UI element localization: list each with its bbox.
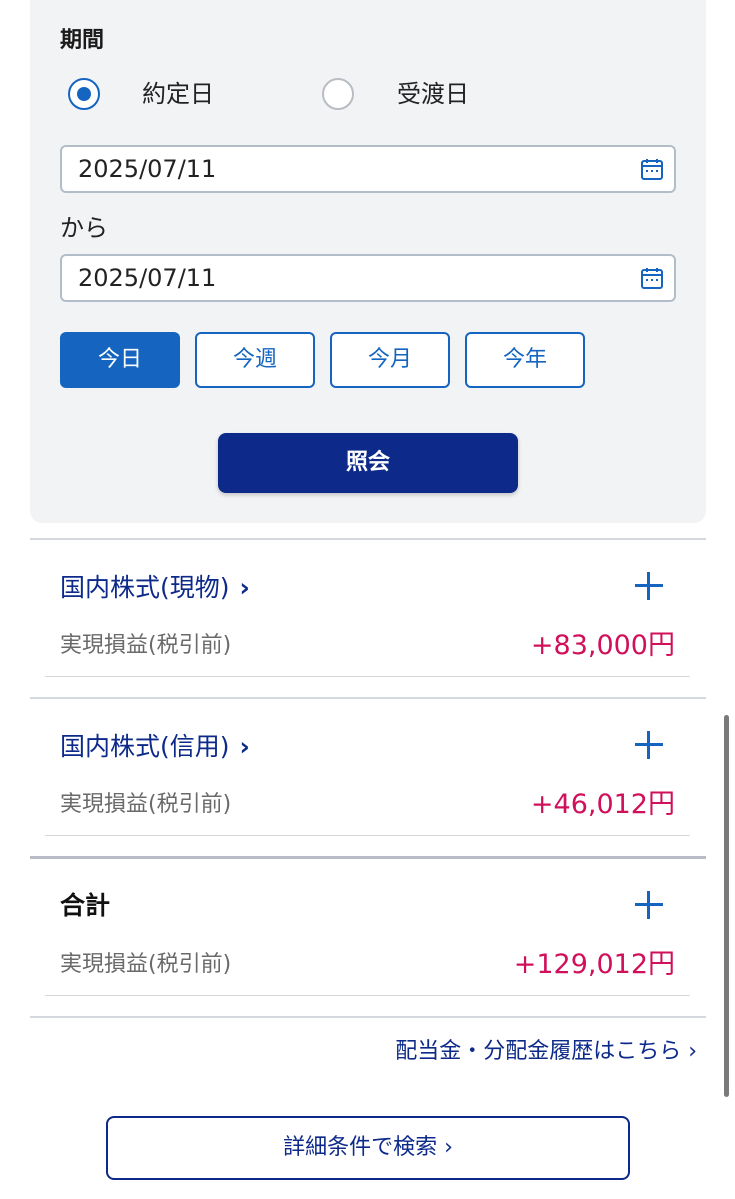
plus-icon[interactable]	[632, 569, 666, 603]
calendar-icon[interactable]	[640, 157, 664, 181]
from-suffix: から	[60, 214, 108, 242]
from-date-value: 2025/07/11	[78, 155, 217, 183]
to-date-value: 2025/07/11	[78, 264, 217, 292]
radio-trade-date[interactable]	[68, 78, 100, 110]
radio-trade-date-label[interactable]: 約定日	[142, 78, 214, 110]
divider	[45, 835, 690, 836]
this-month-button[interactable]: 今月	[330, 332, 450, 388]
section-title-text[interactable]: 国内株式(信用)	[60, 732, 230, 761]
realized-pl-label: 実現損益(税引前)	[60, 952, 232, 977]
divider	[30, 697, 706, 699]
chevron-right-icon: ›	[239, 732, 250, 761]
period-label: 期間	[60, 28, 105, 53]
realized-pl-label: 実現損益(税引前)	[60, 792, 232, 817]
query-button[interactable]: 照会	[218, 433, 518, 493]
scrollbar[interactable]	[724, 715, 729, 1097]
total-title: 合計	[60, 891, 111, 920]
realized-pl-value: +46,012円	[530, 789, 675, 820]
divider	[45, 995, 690, 996]
divider	[30, 856, 706, 859]
radio-settlement-date-label[interactable]: 受渡日	[397, 78, 469, 110]
chevron-right-icon: ›	[239, 573, 250, 602]
divider	[45, 676, 690, 677]
today-button[interactable]: 今日	[60, 332, 180, 388]
dividend-history-link[interactable]: 配当金・分配金履歴はこちら ›	[395, 1034, 697, 1070]
divider	[30, 538, 706, 540]
section-margin-stocks-title[interactable]: 国内株式(信用) ›	[60, 729, 250, 765]
section-spot-stocks-title[interactable]: 国内株式(現物) ›	[60, 570, 250, 606]
this-week-button[interactable]: 今週	[195, 332, 315, 388]
realized-pl-label: 実現損益(税引前)	[60, 633, 232, 658]
realized-pl-total-value: +129,012円	[513, 949, 675, 980]
to-date-field[interactable]: 2025/07/11	[60, 254, 676, 302]
detailed-search-button[interactable]: 詳細条件で検索 ›	[106, 1116, 630, 1180]
radio-settlement-date[interactable]	[322, 78, 354, 110]
divider	[30, 1016, 706, 1018]
from-date-field[interactable]: 2025/07/11	[60, 145, 676, 193]
calendar-icon[interactable]	[640, 266, 664, 290]
this-year-button[interactable]: 今年	[465, 332, 585, 388]
realized-pl-value: +83,000円	[530, 630, 675, 661]
plus-icon[interactable]	[632, 728, 666, 762]
plus-icon[interactable]	[632, 888, 666, 922]
section-title-text[interactable]: 国内株式(現物)	[60, 573, 230, 602]
